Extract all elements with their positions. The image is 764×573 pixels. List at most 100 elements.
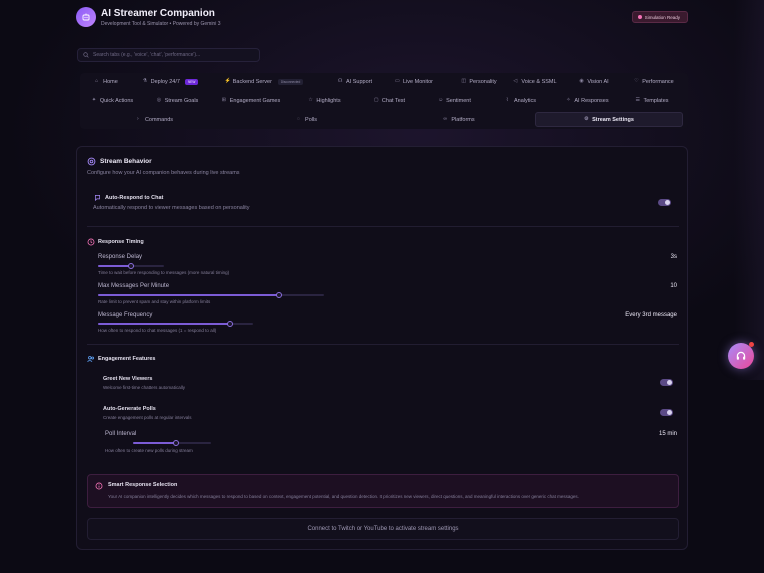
tab-performance[interactable]: ♡ Performance xyxy=(620,74,688,89)
status-badge: Simulation Ready xyxy=(631,11,688,23)
bolt-icon: ⚡ xyxy=(224,78,231,84)
poll-interval-help: How often to create new polls during str… xyxy=(105,448,193,453)
chat-icon: ▢ xyxy=(373,97,379,103)
smart-response-box: Smart Response Selection Your AI compani… xyxy=(87,474,679,508)
tab-vision-ai[interactable]: ◉ Vision AI xyxy=(560,74,628,89)
app-title: AI Streamer Companion xyxy=(101,8,215,19)
poll-interval-value: 15 min xyxy=(658,431,677,437)
tab-platforms[interactable]: ∞ Platforms xyxy=(384,112,534,127)
tab-sentiment[interactable]: ☺ Sentiment xyxy=(422,93,487,108)
panel-title: Stream Behavior xyxy=(100,158,152,165)
tab-deploy[interactable]: ⚗ Deploy 24/7 NEW xyxy=(133,74,208,89)
slider-thumb[interactable] xyxy=(172,440,179,446)
app-logo xyxy=(76,7,96,27)
poll-interval-label: Poll Interval xyxy=(105,431,137,437)
home-icon: ⌂ xyxy=(95,78,99,84)
engagement-title: Engagement Features xyxy=(98,356,156,362)
response-delay-help: Time to wait before responding to messag… xyxy=(98,270,230,275)
gear-icon: ⚙ xyxy=(584,116,589,122)
tab-stream-settings[interactable]: ⚙ Stream Settings xyxy=(535,112,683,127)
slider-fill xyxy=(98,294,279,296)
message-frequency-help: How often to respond to chat messages (1… xyxy=(98,328,217,333)
greet-toggle[interactable] xyxy=(660,379,673,386)
target-icon: ◎ xyxy=(156,97,162,103)
status-dot-icon xyxy=(637,15,642,19)
terminal-icon: › xyxy=(136,116,139,122)
divider xyxy=(87,226,679,227)
poll-interval-slider[interactable] xyxy=(133,440,211,446)
mask-icon: ◫ xyxy=(461,78,467,84)
max-messages-help: Rate limit to prevent spam and stay with… xyxy=(98,299,211,304)
gamepad-icon: ⊞ xyxy=(221,97,226,103)
background-edge xyxy=(734,0,764,380)
smile-icon: ☺ xyxy=(438,97,444,103)
sound-icon: ◁ xyxy=(513,78,518,84)
tab-commands[interactable]: › Commands xyxy=(80,112,230,127)
tab-stream-goals[interactable]: ◎ Stream Goals xyxy=(145,93,210,108)
slider-thumb[interactable] xyxy=(275,292,282,298)
response-delay-label: Response Delay xyxy=(98,254,143,260)
slider-fill xyxy=(133,442,176,444)
flask-icon: ⚗ xyxy=(142,78,148,84)
eye-icon: ◉ xyxy=(579,78,584,84)
response-delay-slider[interactable] xyxy=(98,263,164,269)
message-frequency-slider[interactable] xyxy=(98,321,253,327)
tab-bar: ⌂ Home ⚗ Deploy 24/7 NEW ⚡ Backend Server Dis… xyxy=(80,73,688,129)
sparkle-icon: ✧ xyxy=(566,97,571,103)
slider-fill xyxy=(98,323,230,325)
auto-polls-toggle[interactable] xyxy=(660,409,673,416)
search-icon xyxy=(83,52,89,58)
tab-ai-responses[interactable]: ✧ AI Responses xyxy=(555,93,620,108)
panel-subtitle: Configure how your AI companion behaves … xyxy=(87,170,240,176)
tab-analytics[interactable]: ⌇ Analytics xyxy=(487,93,555,108)
tab-highlights[interactable]: ☆ Highlights xyxy=(292,93,357,108)
template-icon: ☰ xyxy=(635,97,640,103)
headset-icon xyxy=(736,351,746,360)
tab-backend-server[interactable]: ⚡ Backend Server Disconnected xyxy=(208,74,320,89)
app-header: AI Streamer Companion Development Tool &… xyxy=(76,7,688,31)
slider-thumb[interactable] xyxy=(226,321,233,327)
response-delay-value: 3s xyxy=(670,254,677,260)
disconnected-badge: Disconnected xyxy=(277,78,304,85)
tab-engagement-games[interactable]: ⊞ Engagement Games xyxy=(210,93,292,108)
greet-title: Greet New Viewers xyxy=(103,376,153,382)
tab-polls[interactable]: ◌ Polls xyxy=(232,112,382,127)
tab-search[interactable] xyxy=(77,48,260,62)
auto-polls-title: Auto-Generate Polls xyxy=(103,406,156,412)
slider-thumb[interactable] xyxy=(128,263,134,269)
search-input[interactable] xyxy=(93,52,253,58)
message-frequency-label: Message Frequency xyxy=(98,312,153,318)
tab-chat-test[interactable]: ▢ Chat Test xyxy=(357,93,422,108)
tab-live-monitor[interactable]: ▭ Live Monitor xyxy=(380,74,448,89)
monitor-icon: ▭ xyxy=(395,78,400,84)
sparkle-icon: ✦ xyxy=(91,97,97,103)
clock-icon xyxy=(87,238,95,246)
timing-title: Response Timing xyxy=(98,239,144,245)
message-frequency-value: Every 3rd message xyxy=(625,312,677,318)
max-messages-value: 10 xyxy=(670,283,677,289)
info-icon xyxy=(95,482,103,490)
chat-bubble-icon xyxy=(95,195,100,201)
settings-icon xyxy=(87,157,96,166)
slider-fill xyxy=(98,265,131,267)
robot-icon xyxy=(82,13,90,21)
tab-templates[interactable]: ☰ Templates xyxy=(620,93,684,108)
new-badge: NEW xyxy=(184,78,199,85)
max-messages-slider[interactable] xyxy=(98,292,324,298)
auto-respond-toggle[interactable] xyxy=(658,199,671,206)
connect-platform-notice: Connect to Twitch or YouTube to activate… xyxy=(87,518,679,540)
status-label: Simulation Ready xyxy=(644,14,680,20)
tab-home[interactable]: ⌂ Home xyxy=(80,74,133,89)
link-icon: ∞ xyxy=(443,116,447,122)
divider xyxy=(87,344,679,345)
notification-dot xyxy=(749,342,754,347)
heart-icon: ♡ xyxy=(634,78,639,84)
smart-response-desc: Your AI companion intelligently decides … xyxy=(108,494,579,499)
people-icon xyxy=(87,356,95,363)
auto-respond-desc: Automatically respond to viewer messages… xyxy=(93,205,250,211)
greet-desc: Welcome first-time chatters automaticall… xyxy=(103,385,185,390)
smart-response-title: Smart Response Selection xyxy=(108,482,178,488)
tab-quick-actions[interactable]: ✦ Quick Actions xyxy=(80,93,145,108)
max-messages-label: Max Messages Per Minute xyxy=(98,283,170,289)
headset-icon: ☊ xyxy=(338,78,343,84)
